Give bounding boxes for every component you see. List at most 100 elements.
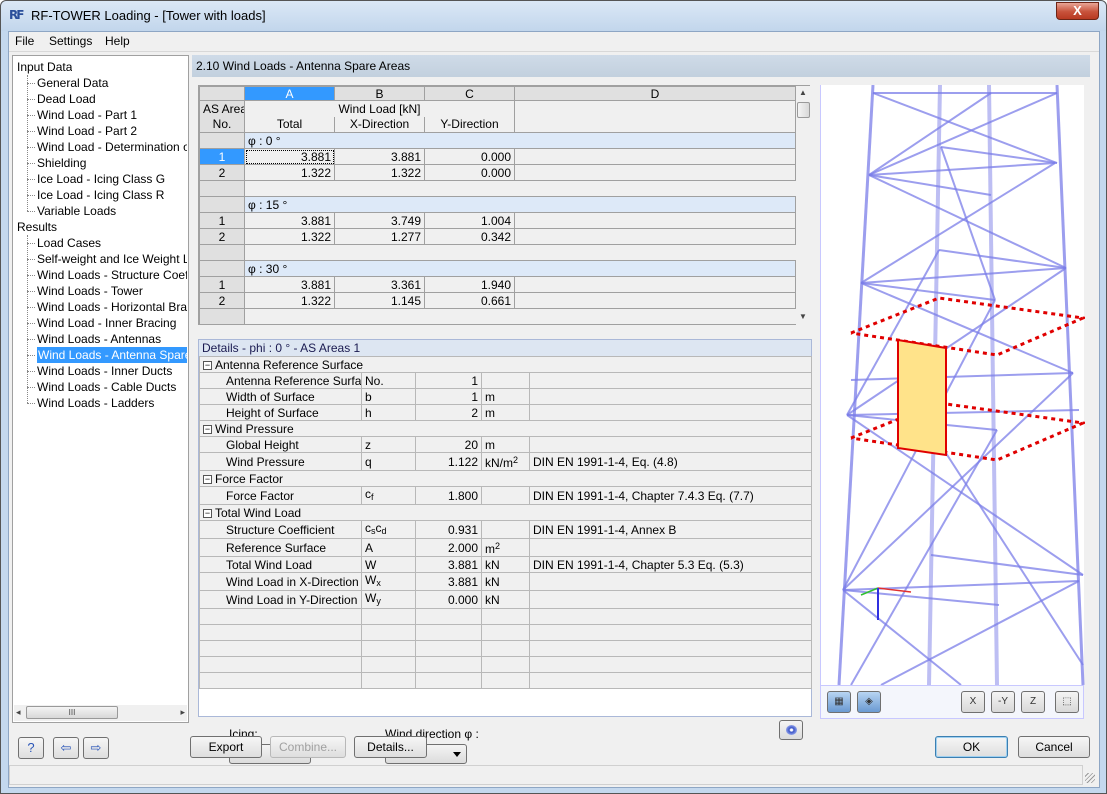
scroll-right-icon[interactable]: ▸	[180, 707, 185, 718]
collapse-icon[interactable]: −	[203, 474, 212, 484]
nav-horizontal-scrollbar[interactable]: ◂ III ▸	[14, 705, 187, 721]
cell-total[interactable]: 1.322	[244, 292, 335, 309]
column-header-a[interactable]: A	[244, 86, 335, 101]
view-select-button[interactable]: ◈	[857, 691, 881, 713]
tree-item[interactable]: Wind Loads - Antennas	[37, 331, 187, 347]
combine-button[interactable]: Combine...	[270, 736, 346, 758]
export-button[interactable]: Export	[190, 736, 262, 758]
tower-3d-view[interactable]	[820, 84, 1089, 686]
column-header-b[interactable]: B	[334, 86, 425, 101]
cell-d[interactable]	[514, 292, 796, 309]
tree-item[interactable]: Wind Loads - Ladders	[37, 395, 187, 411]
cell-y-direction[interactable]: 1.940	[424, 276, 515, 293]
scroll-thumb[interactable]: III	[26, 706, 118, 719]
tree-item[interactable]: Wind Loads - Tower	[37, 283, 187, 299]
scroll-down-icon[interactable]: ▼	[799, 312, 807, 321]
details-section-row[interactable]: − Wind Pressure	[199, 420, 812, 437]
tree-item[interactable]: Load Cases	[37, 235, 187, 251]
isometric-view-button[interactable]: ⬚	[1055, 691, 1079, 713]
collapse-icon[interactable]: −	[203, 424, 212, 434]
tree-item[interactable]: Wind Load - Inner Bracing	[37, 315, 187, 331]
row-number[interactable]: 1	[199, 148, 245, 165]
cell-d[interactable]	[514, 212, 796, 229]
row-number[interactable]: 2	[199, 292, 245, 309]
cell-d[interactable]	[514, 228, 796, 245]
table-row[interactable]: 1 3.881 3.361 1.940	[199, 276, 796, 293]
details-section-row[interactable]: − Force Factor	[199, 470, 812, 487]
cell-d[interactable]	[514, 148, 796, 165]
menu-settings[interactable]: Settings	[49, 34, 92, 48]
tree-item[interactable]: Wind Load - Determination of G	[37, 139, 187, 155]
details-section-row[interactable]: − Total Wind Load	[199, 504, 812, 521]
cell-x-direction[interactable]: 1.277	[334, 228, 425, 245]
scroll-thumb[interactable]	[797, 102, 810, 118]
collapse-icon[interactable]: −	[203, 360, 212, 370]
row-number[interactable]: 1	[199, 212, 245, 229]
column-header-c[interactable]: C	[424, 86, 515, 101]
table-row[interactable]: 2 1.322 1.322 0.000	[199, 164, 796, 181]
cell-y-direction[interactable]: 0.342	[424, 228, 515, 245]
resize-grip-icon[interactable]	[1085, 773, 1095, 783]
tree-item[interactable]: Wind Loads - Antenna Spare A	[37, 347, 187, 363]
cell-y-direction[interactable]: 0.661	[424, 292, 515, 309]
close-button[interactable]: X	[1056, 2, 1099, 20]
table-row[interactable]: 2 1.322 1.145 0.661	[199, 292, 796, 309]
tree-item[interactable]: Shielding	[37, 155, 187, 171]
cell-total[interactable]: 3.881	[244, 148, 335, 165]
cell-d[interactable]	[514, 164, 796, 181]
tree-item[interactable]: Variable Loads	[37, 203, 187, 219]
previous-window-button[interactable]: ⇦	[53, 737, 79, 759]
scroll-left-icon[interactable]: ◂	[16, 707, 21, 718]
scroll-up-icon[interactable]: ▲	[799, 88, 807, 97]
row-number[interactable]: 2	[199, 164, 245, 181]
tree-item[interactable]: Wind Loads - Cable Ducts	[37, 379, 187, 395]
row-number[interactable]: 1	[199, 276, 245, 293]
cell-total[interactable]: 3.881	[244, 276, 335, 293]
details-section-row[interactable]: − Antenna Reference Surface	[199, 356, 812, 373]
cell-y-direction[interactable]: 1.004	[424, 212, 515, 229]
show-in-view-button[interactable]	[779, 720, 803, 740]
tree-item[interactable]: Ice Load - Icing Class G	[37, 171, 187, 187]
cell-total[interactable]: 1.322	[244, 228, 335, 245]
tree-group-1[interactable]: Results	[17, 219, 57, 235]
menu-help[interactable]: Help	[105, 34, 130, 48]
tree-item[interactable]: General Data	[37, 75, 187, 91]
cell-total[interactable]: 3.881	[244, 212, 335, 229]
tree-group-0[interactable]: Input Data	[17, 59, 72, 75]
view-x-button[interactable]: X	[961, 691, 985, 713]
cell-x-direction[interactable]: 1.145	[334, 292, 425, 309]
ok-button[interactable]: OK	[935, 736, 1008, 758]
cell-x-direction[interactable]: 3.749	[334, 212, 425, 229]
tree-item[interactable]: Wind Load - Part 2	[37, 123, 187, 139]
tree-item[interactable]: Self-weight and Ice Weight Loa	[37, 251, 187, 267]
cell-total[interactable]: 1.322	[244, 164, 335, 181]
table-row[interactable]: 1 3.881 3.749 1.004	[199, 212, 796, 229]
column-header-d[interactable]: D	[514, 86, 796, 101]
cell-y-direction[interactable]: 0.000	[424, 148, 515, 165]
view-z-button[interactable]: Z	[1021, 691, 1045, 713]
tree-item[interactable]: Ice Load - Icing Class R	[37, 187, 187, 203]
next-window-button[interactable]: ⇨	[83, 737, 109, 759]
details-button[interactable]: Details...	[354, 736, 427, 758]
tree-item[interactable]: Wind Load - Part 1	[37, 107, 187, 123]
menu-file[interactable]: File	[15, 34, 34, 48]
tree-item[interactable]: Wind Loads - Inner Ducts	[37, 363, 187, 379]
row-number[interactable]: 2	[199, 228, 245, 245]
table-vertical-scrollbar[interactable]: ▲ ▼	[796, 86, 812, 326]
tree-item[interactable]: Wind Loads - Horizontal Bracing	[37, 299, 187, 315]
render-mode-button[interactable]: ▦	[827, 691, 851, 713]
cancel-button[interactable]: Cancel	[1018, 736, 1090, 758]
cell-x-direction[interactable]: 1.322	[334, 164, 425, 181]
collapse-icon[interactable]: −	[203, 508, 212, 518]
view-minus-y-button[interactable]: -Y	[991, 691, 1015, 713]
cell-y-direction[interactable]: 0.000	[424, 164, 515, 181]
cell-d[interactable]	[514, 276, 796, 293]
cell-x-direction[interactable]: 3.361	[334, 276, 425, 293]
tree-connector	[27, 131, 35, 132]
tree-item[interactable]: Dead Load	[37, 91, 187, 107]
table-row[interactable]: 2 1.322 1.277 0.342	[199, 228, 796, 245]
help-button[interactable]: ?	[18, 737, 44, 759]
table-row[interactable]: 1 3.881 3.881 0.000	[199, 148, 796, 165]
tree-item[interactable]: Wind Loads - Structure Coeffici	[37, 267, 187, 283]
cell-x-direction[interactable]: 3.881	[334, 148, 425, 165]
